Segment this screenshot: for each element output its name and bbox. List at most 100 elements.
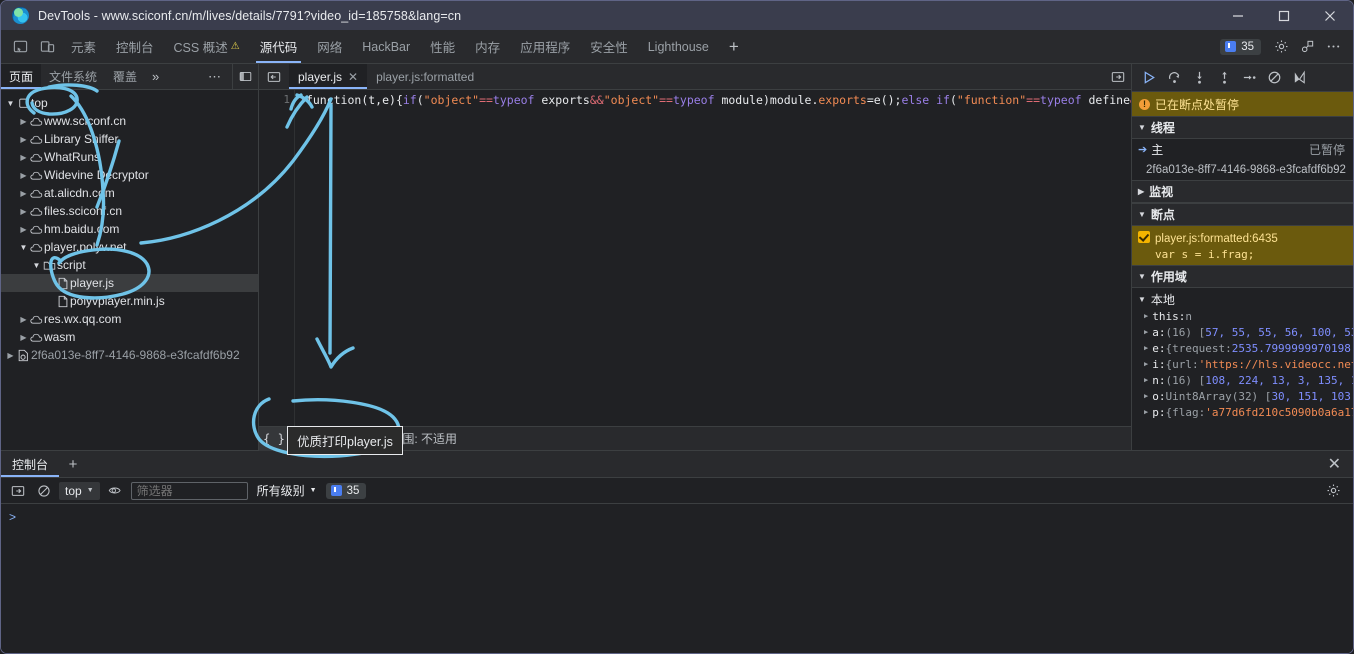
chevron-right-icon[interactable]: ▶: [18, 189, 29, 198]
close-button[interactable]: [1307, 1, 1353, 30]
drawer-tab-console[interactable]: 控制台: [1, 451, 60, 477]
tree-item-polyvplayer-min-js[interactable]: polyvplayer.min.js: [1, 292, 258, 310]
tab-css-overview[interactable]: CSS 概述 ⚠: [164, 30, 250, 63]
tab-hackbar[interactable]: HackBar: [352, 30, 420, 63]
scope-variable-row[interactable]: ▶ e: {trequest: 2535.7999999970198,: [1132, 340, 1353, 356]
scope-variable-row[interactable]: ▶ a: (16) [57, 55, 55, 56, 100, 53,: [1132, 324, 1353, 340]
tree-item-player-js[interactable]: player.js: [1, 274, 258, 292]
tree-item-www-sciconf-cn[interactable]: ▶ www.sciconf.cn: [1, 112, 258, 130]
breakpoint-checkbox[interactable]: [1138, 231, 1150, 243]
console-issues-badge[interactable]: 35: [325, 482, 367, 499]
tree-item-top[interactable]: ▼ top: [1, 94, 258, 112]
minimize-button[interactable]: [1215, 1, 1261, 30]
pause-on-exceptions-button[interactable]: [1288, 67, 1311, 89]
chevron-right-icon[interactable]: ▶: [18, 135, 29, 144]
chevron-right-icon[interactable]: ▶: [1144, 360, 1148, 368]
section-scope[interactable]: ▼ 作用域: [1132, 265, 1353, 288]
chevron-right-icon[interactable]: ▶: [1144, 376, 1148, 384]
add-panel-button[interactable]: +: [719, 30, 749, 63]
thread-main-row[interactable]: ➔ 主 已暂停: [1132, 139, 1353, 160]
tree-item-library-sniffer[interactable]: ▶ Library Sniffer: [1, 130, 258, 148]
scope-variable-row[interactable]: ▶ this: n: [1132, 308, 1353, 324]
step-over-button[interactable]: [1163, 67, 1186, 89]
editor-tab-playerjs-formatted[interactable]: player.js:formatted: [367, 64, 483, 89]
issues-badge[interactable]: 35: [1220, 38, 1261, 55]
chevron-right-icon[interactable]: ▶: [5, 351, 16, 360]
kebab-menu-icon[interactable]: [1321, 35, 1345, 59]
tab-sources[interactable]: 源代码: [250, 30, 308, 63]
scope-variable-row[interactable]: ▶ n: (16) [108, 224, 13, 3, 135, 12: [1132, 372, 1353, 388]
console-context-selector[interactable]: top ▼: [59, 481, 100, 500]
editor-tab-playerjs[interactable]: player.js ✕: [289, 64, 368, 89]
tree-item-widevine-decryptor[interactable]: ▶ Widevine Decryptor: [1, 166, 258, 184]
line-number-gutter[interactable]: 1: [259, 90, 295, 426]
clear-console-icon[interactable]: [33, 481, 54, 501]
scope-local-header[interactable]: ▼ 本地: [1132, 290, 1353, 308]
tree-item-whatruns[interactable]: ▶ WhatRuns: [1, 148, 258, 166]
scope-variable-row[interactable]: ▶ i: {url: 'https://hls.videocc.net: [1132, 356, 1353, 372]
code-view[interactable]: 1 !function(t,e){if("object"==typeof exp…: [259, 90, 1131, 426]
chevron-right-icon[interactable]: ▶: [18, 207, 29, 216]
tab-security[interactable]: 安全性: [580, 30, 638, 63]
section-breakpoints[interactable]: ▼ 断点: [1132, 203, 1353, 226]
close-icon[interactable]: ✕: [348, 70, 358, 84]
tree-item-script[interactable]: ▼ script: [1, 256, 258, 274]
tab-performance[interactable]: 性能: [420, 30, 465, 63]
tree-item-player-polyv-net[interactable]: ▼ player.polyv.net: [1, 238, 258, 256]
chevron-right-icon[interactable]: ▶: [18, 315, 29, 324]
tab-console[interactable]: 控制台: [106, 30, 164, 63]
chevron-down-icon[interactable]: ▼: [31, 261, 42, 270]
chevron-right-icon[interactable]: ▶: [1144, 408, 1148, 416]
editor-tab-actions[interactable]: [1111, 64, 1131, 89]
chevron-right-icon[interactable]: ▶: [18, 153, 29, 162]
console-prompt[interactable]: >: [1, 508, 1353, 526]
maximize-button[interactable]: [1261, 1, 1307, 30]
tree-item-res-wx-qq-com[interactable]: ▶ res.wx.qq.com: [1, 310, 258, 328]
tree-item-files-sciconf-cn[interactable]: ▶ files.sciconf.cn: [1, 202, 258, 220]
console-output[interactable]: >: [1, 504, 1353, 653]
show-navigator-icon[interactable]: [259, 64, 289, 89]
chevron-down-icon[interactable]: ▼: [5, 99, 16, 108]
resume-button[interactable]: [1138, 67, 1161, 89]
console-sidebar-icon[interactable]: [7, 481, 28, 501]
scope-variables[interactable]: ▼ 本地 ▶ this: n ▶ a: (16) [57, 55, 55, 56, 1…: [1132, 288, 1353, 420]
step-out-button[interactable]: [1213, 67, 1236, 89]
scope-variable-row[interactable]: ▶ o: Uint8Array(32) [30, 151, 103,: [1132, 388, 1353, 404]
tree-item-2f6a013e-8ff7-4146-9868-e3fcafdf6b92[interactable]: ▶ 2f6a013e-8ff7-4146-9868-e3fcafdf6b92: [1, 346, 258, 364]
step-into-button[interactable]: [1188, 67, 1211, 89]
settings-gear-icon[interactable]: [1269, 35, 1293, 59]
inspect-element-icon[interactable]: [7, 30, 34, 63]
step-button[interactable]: [1238, 67, 1261, 89]
tab-memory[interactable]: 内存: [465, 30, 510, 63]
more-options-icon[interactable]: [1295, 35, 1319, 59]
console-settings-icon[interactable]: [1326, 483, 1347, 498]
chevron-right-icon[interactable]: ▶: [1144, 328, 1148, 336]
navigator-more-menu[interactable]: ⋯: [198, 64, 232, 89]
section-threads[interactable]: ▼ 线程: [1132, 116, 1353, 139]
pretty-print-button[interactable]: { }: [259, 426, 289, 451]
chevron-down-icon[interactable]: ▼: [18, 243, 29, 252]
live-expression-icon[interactable]: [105, 481, 126, 501]
chevron-right-icon[interactable]: ▶: [1144, 344, 1148, 352]
tree-item-wasm[interactable]: ▶ wasm: [1, 328, 258, 346]
thread-id[interactable]: 2f6a013e-8ff7-4146-9868-e3fcafdf6b92: [1132, 160, 1353, 180]
tree-item-hm-baidu-com[interactable]: ▶ hm.baidu.com: [1, 220, 258, 238]
nav-tab-overrides[interactable]: 覆盖: [105, 64, 145, 89]
breakpoint-item[interactable]: player.js:formatted:6435 var s = i.frag;: [1132, 226, 1353, 265]
device-toolbar-icon[interactable]: [34, 30, 61, 63]
chevron-right-icon[interactable]: ▶: [18, 117, 29, 126]
deactivate-breakpoints-button[interactable]: [1263, 67, 1286, 89]
chevron-right-icon[interactable]: ▶: [18, 171, 29, 180]
tab-lighthouse[interactable]: Lighthouse: [638, 30, 719, 63]
section-watch[interactable]: ▶ 监视: [1132, 180, 1353, 203]
file-tree[interactable]: ▼ top ▶ www.sciconf.cn ▶ Library Sniffer ▶ What…: [1, 90, 258, 364]
chevron-right-icon[interactable]: ▶: [1144, 312, 1148, 320]
console-level-selector[interactable]: 所有级别 ▼: [253, 482, 321, 499]
tree-item-at-alicdn-com[interactable]: ▶ at.alicdn.com: [1, 184, 258, 202]
tab-elements[interactable]: 元素: [61, 30, 106, 63]
tab-application[interactable]: 应用程序: [510, 30, 580, 63]
console-filter-input[interactable]: [130, 481, 248, 500]
chevron-right-icon[interactable]: ▶: [18, 225, 29, 234]
nav-tab-page[interactable]: 页面: [1, 64, 42, 89]
add-drawer-tab-button[interactable]: +: [59, 451, 87, 477]
